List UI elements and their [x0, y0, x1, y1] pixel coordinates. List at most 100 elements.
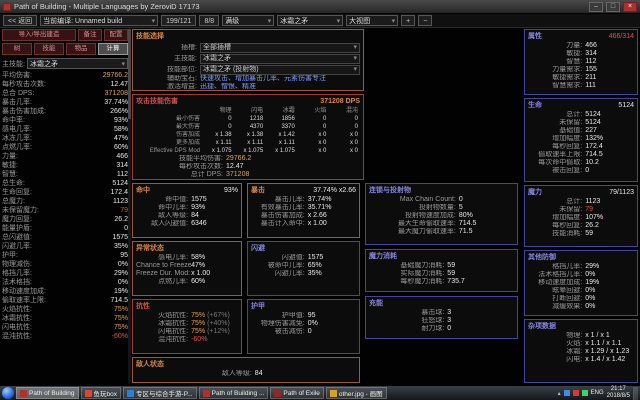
- taskbar-window-button[interactable]: Path of Exile: [270, 387, 324, 399]
- sidebar-scrollbar[interactable]: [128, 29, 131, 383]
- taskbar-window-button[interactable]: other.jpg - 画图: [325, 387, 387, 399]
- skill-config-rows: 插槽: 全部插槽 ▾ 主技能: 冰霜之矛 ▾ 技能部位: 冰霜之矛 (投射物) ▾: [136, 42, 360, 75]
- app-window: Path of Building - Multiple Languages by…: [0, 0, 640, 400]
- scrollbar-thumb[interactable]: [128, 29, 131, 119]
- main-skill-dropdown[interactable]: 冰霜之矛 ▾: [26, 58, 128, 69]
- row-label: 打断回避:: [552, 295, 583, 302]
- row-value: 0%: [585, 287, 596, 294]
- ailments-panel: 异常状态 感电几率: 58% Chance to Freeze: 47% Freeze …: [132, 241, 242, 296]
- sidebar-stats-list: 平均伤害: 29766.2 每秒攻击次数: 12.47 总合 DPS: 3712…: [2, 71, 128, 341]
- chevron-down-icon: ▾: [353, 65, 357, 73]
- cell: x 1.075: [275, 148, 295, 154]
- panel-title: 杂项数据: [528, 323, 556, 330]
- nav-config-button[interactable]: 配置: [104, 29, 128, 41]
- minimize-button[interactable]: –: [589, 1, 603, 12]
- sidebar-stat-row: 火焰抗性: 75%: [2, 305, 128, 314]
- nav-import-export-button[interactable]: 导入/导出建造: [2, 29, 76, 41]
- row-value: 714.5: [585, 151, 603, 158]
- row-value: 466: [585, 42, 597, 49]
- row-label: 闪电:: [566, 356, 583, 363]
- resist-value: 75%: [191, 320, 206, 327]
- sidebar-stat-row: 未保留魔力: 79: [2, 206, 128, 215]
- row-label: 最小伤害: [175, 116, 200, 122]
- panel-title: 技能选择: [136, 33, 164, 40]
- stat-value: 5124: [112, 180, 128, 187]
- nav-items-button[interactable]: 物品: [66, 43, 96, 55]
- tray-icon[interactable]: [563, 390, 570, 396]
- zoom-in-button[interactable]: +: [401, 15, 416, 26]
- zoom-out-button[interactable]: −: [418, 15, 433, 26]
- stat-row: 增加幅度: 107%: [528, 214, 634, 222]
- row-value: 59: [585, 230, 594, 237]
- tray-icon[interactable]: [572, 390, 579, 396]
- cell: x 1.42: [278, 132, 295, 138]
- row-value: 0%: [585, 295, 596, 302]
- cell: x 0: [318, 148, 327, 154]
- damage-summary: 技能平均伤害: 29766.2 每秒攻击次数: 12.47 总计 DPS: 37…: [136, 155, 360, 179]
- stat-label: 移动速度加成:: [2, 288, 46, 295]
- row-label: 耐力球:: [421, 325, 445, 332]
- taskbar-app-icon: [20, 389, 27, 397]
- skill-config-dropdown[interactable]: 冰霜之矛 ▾: [200, 53, 360, 64]
- stat-value: 93%: [113, 117, 128, 124]
- row-value: 58%: [191, 254, 206, 261]
- skill-config-dropdown[interactable]: 全部插槽 ▾: [200, 42, 360, 53]
- nav-skills-button[interactable]: 技能: [34, 43, 64, 55]
- stat-row: 每秒回复: 172.4: [528, 143, 634, 151]
- row-label: 最大伤害: [175, 124, 200, 130]
- taskbar-window-button[interactable]: Path of Building: [16, 387, 79, 399]
- maximize-button[interactable]: □: [606, 1, 620, 12]
- nav-notes-button[interactable]: 备注: [78, 29, 102, 41]
- skill-config-dropdown[interactable]: 冰霜之矛 (投射物) ▾: [200, 64, 360, 75]
- row-label: 眩晕回避:: [552, 287, 583, 294]
- skill-config-row: 插槽: 全部插槽 ▾: [136, 42, 360, 53]
- nav-calcs-button[interactable]: 计算: [98, 43, 128, 55]
- stat-label: 命中率:: [2, 117, 25, 124]
- taskbar-clock[interactable]: 21:17 2018/8/5: [607, 386, 630, 400]
- cell: 1218: [249, 116, 264, 122]
- back-button[interactable]: << 返回: [3, 15, 38, 26]
- row-label: 被命中几率:: [267, 262, 305, 269]
- show-desktop-button[interactable]: [633, 386, 638, 400]
- close-button[interactable]: ×: [623, 1, 637, 12]
- stat-row: 每次命中偷取: 10.2: [528, 159, 634, 167]
- view-mode-dropdown[interactable]: 大视图 ▾: [346, 15, 399, 26]
- tray-icon[interactable]: [581, 390, 588, 396]
- window-title: Path of Building - Multiple Languages by…: [14, 2, 200, 11]
- language-indicator[interactable]: ENG: [591, 390, 604, 396]
- tree-level-dropdown[interactable]: 满级 ▾: [222, 15, 275, 26]
- nav-tree-button[interactable]: 树: [2, 43, 32, 55]
- taskbar-window-button[interactable]: 鱼玩box: [80, 387, 122, 399]
- stat-row: 总计: 5124: [528, 111, 634, 119]
- taskbar-window-button[interactable]: 专区与综合手游-P...: [123, 387, 197, 399]
- title-bar: Path of Building - Multiple Languages by…: [0, 0, 640, 14]
- stat-value: 58%: [113, 126, 128, 133]
- sidebar-stat-row: 生命回复: 172.4: [2, 188, 128, 197]
- stat-value: 75%: [113, 315, 128, 322]
- stat-row: 减缓效果: 0%: [528, 303, 634, 311]
- cell: 3370: [281, 124, 295, 130]
- sidebar-stat-row: 冰冻几率: 47%: [2, 134, 128, 143]
- start-button[interactable]: [2, 387, 14, 399]
- life-panel: 生命 5124 总计: 5124 未保留: 5124 基础值: 227 增加幅度: 132% 每秒…: [524, 98, 638, 182]
- dps-value: 371208 DPS: [320, 98, 360, 105]
- build-selector[interactable]: 当前编译: Unnamed build ▾: [40, 15, 159, 26]
- toolbar-skill-dropdown[interactable]: 冰霜之矛 ▾: [277, 15, 344, 26]
- taskbar-window-button[interactable]: Path of Building ...: [198, 387, 269, 399]
- stat-value: 0%: [117, 261, 128, 268]
- stat-row: Freeze Dur. Mod: x 1.00: [136, 270, 238, 278]
- tray-expand-icon[interactable]: ▴: [558, 390, 561, 397]
- sidebar-stat-row: 护甲: 95: [2, 251, 128, 260]
- row-label: Effective DPS Mod: [149, 148, 200, 154]
- stat-value: 1575: [112, 234, 128, 241]
- cell: 0: [354, 124, 358, 130]
- stat-row: 法术格挡几率: 0%: [528, 271, 634, 279]
- resist-value: 75%: [191, 328, 206, 335]
- stat-value: 75%: [113, 306, 128, 313]
- sidebar-stat-row: 能量护盾: 0: [2, 224, 128, 233]
- row-label: 敌人闪避值:: [151, 220, 189, 227]
- stat-value: 1123: [112, 198, 128, 205]
- row-value: 5124: [585, 119, 601, 126]
- row-label: 火焰抗性:: [158, 312, 189, 319]
- buffs-row: 激活增益: 迅捷、憎恨、精准: [136, 83, 360, 90]
